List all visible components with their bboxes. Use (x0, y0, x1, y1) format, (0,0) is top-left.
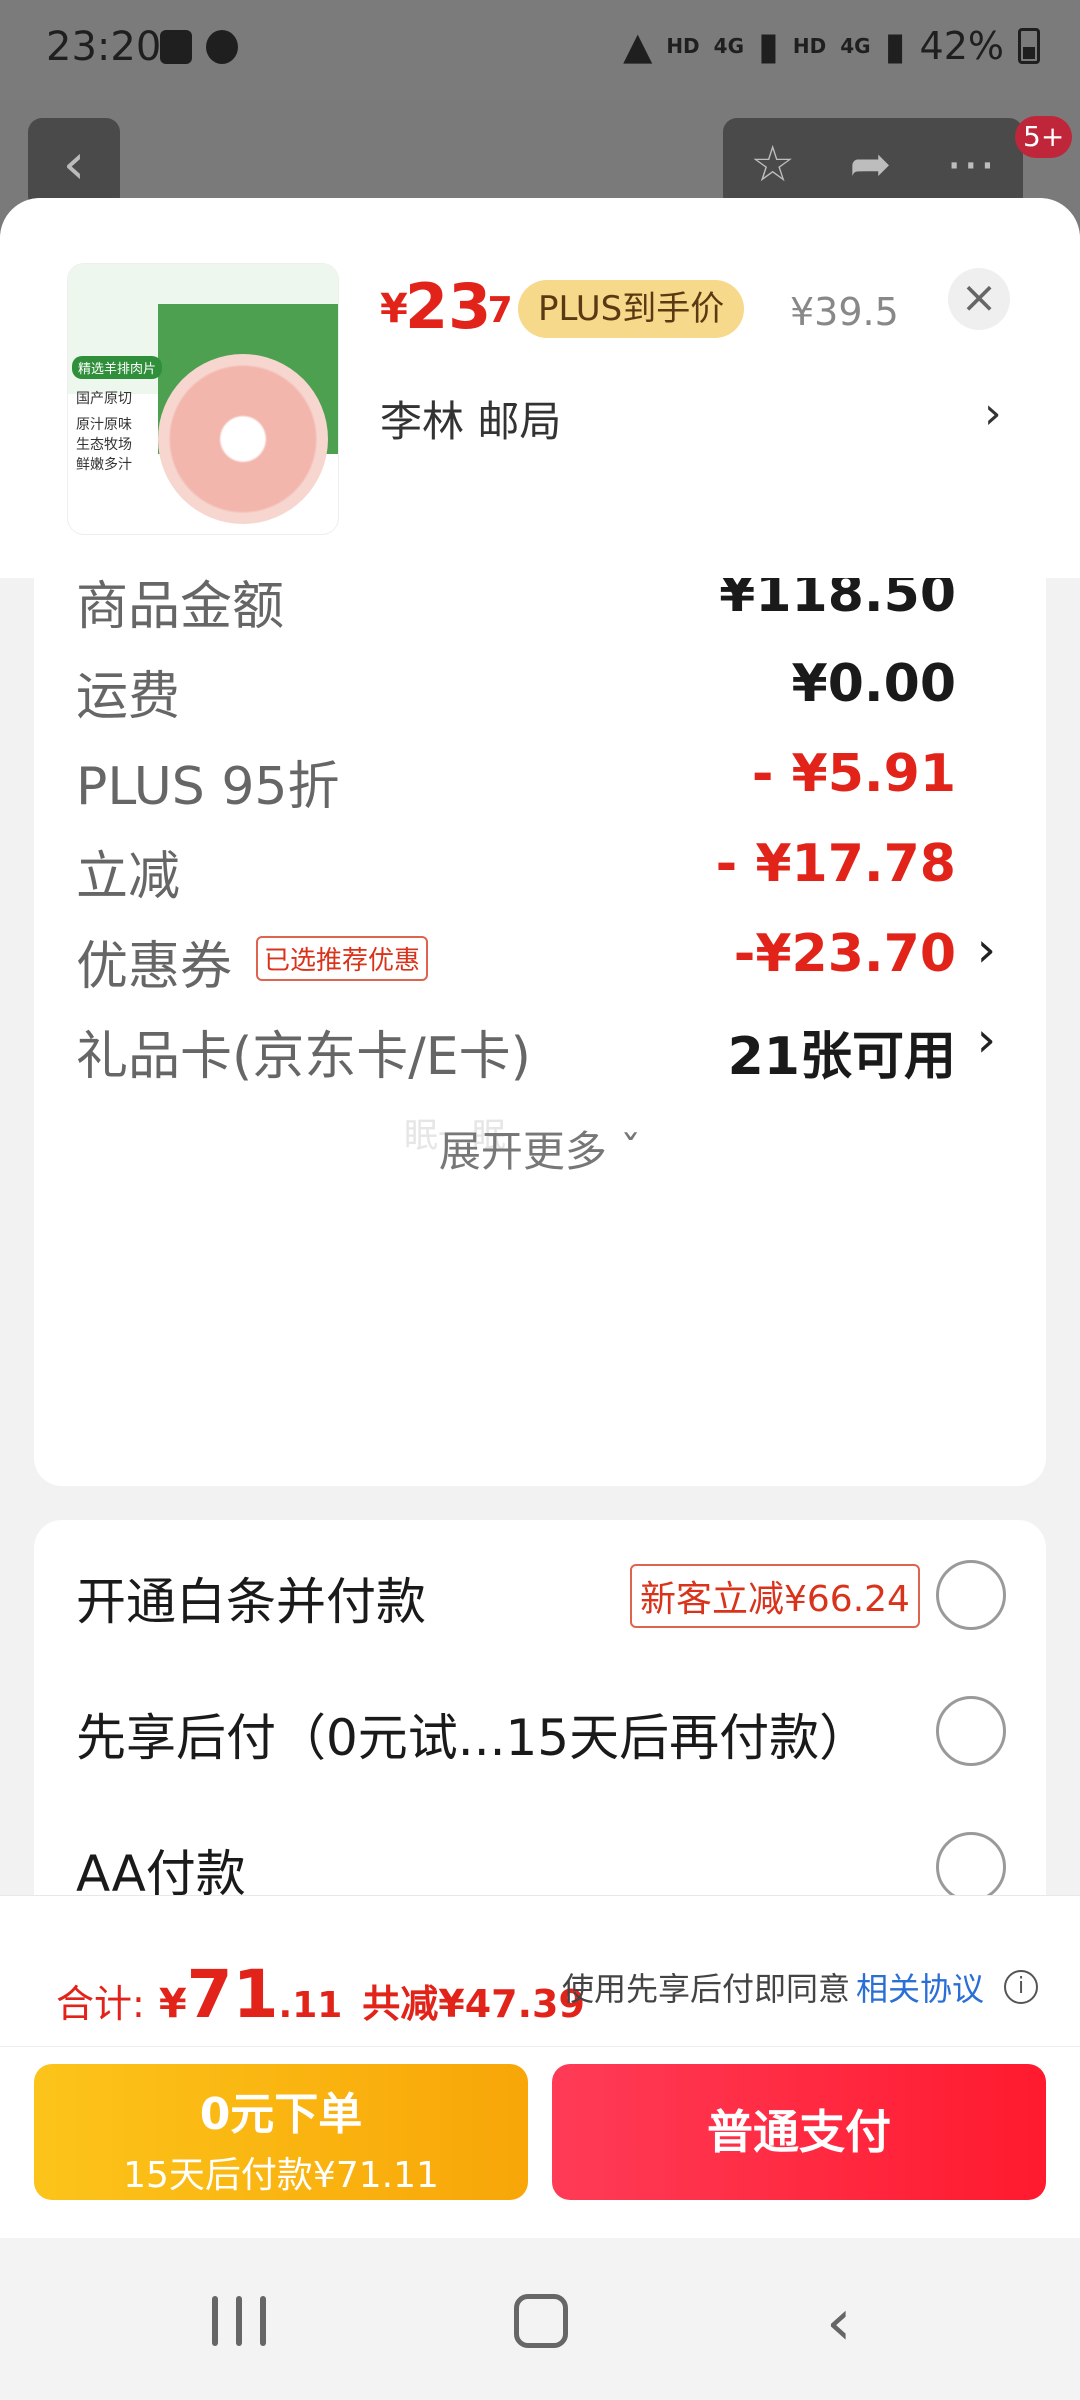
total-currency: ¥ (158, 1981, 187, 2027)
back-button[interactable]: ‹ (28, 118, 120, 210)
battery-icon (1018, 28, 1040, 64)
battery-percent: 42% (919, 24, 1004, 68)
chevron-right-icon[interactable]: › (984, 388, 1002, 439)
wifi-icon: ▲ (623, 24, 653, 68)
bird-notification-icon (206, 30, 238, 64)
coupon-recommend-tag: 已选推荐优惠 (256, 936, 429, 981)
detail-value: 21张可用 (727, 1027, 956, 1087)
payment-option-label: 开通白条并付款 (76, 1573, 426, 1631)
radio-button[interactable] (936, 1832, 1006, 1902)
regular-pay-button[interactable]: 普通支付 (552, 2064, 1046, 2200)
info-icon[interactable]: i (1004, 1970, 1039, 2004)
detail-row-goods: 商品金额 ¥118.50 (34, 578, 1046, 640)
network-hd-1: HD (666, 34, 700, 58)
agreement-notice: 使用先享后付即同意 相关协议 i (562, 1964, 1039, 2010)
zero-order-button[interactable]: 0元下单 15天后付款¥71.11 (34, 2064, 528, 2200)
chevron-right-icon: › (976, 922, 996, 978)
top-action-group: ☆ ➦ ⋯ (723, 118, 1023, 210)
delivery-address[interactable]: 李林 邮局 (380, 388, 561, 449)
detail-label: 立减 (76, 847, 181, 907)
share-icon[interactable]: ➦ (849, 135, 891, 193)
total-saved: 共减¥47.39 (362, 1982, 585, 2026)
detail-label: 礼品卡(京东卡/E卡) (76, 1027, 531, 1087)
radio-button[interactable] (936, 1696, 1006, 1766)
home-icon[interactable] (514, 2294, 568, 2348)
total-decimal: .11 (278, 1985, 343, 2026)
thumbnail-line: 国产原切 (76, 391, 132, 407)
price-currency: ¥ (380, 286, 408, 332)
detail-value: - ¥17.78 (715, 834, 956, 894)
detail-label: 优惠券 (76, 937, 233, 997)
chevron-left-icon: ‹ (62, 131, 86, 197)
close-icon: × (960, 272, 998, 323)
total-integer: 71 (186, 1956, 279, 2033)
detail-value: - ¥5.91 (751, 744, 956, 804)
divider (0, 2046, 1080, 2047)
back-icon[interactable]: ‹ (826, 2286, 852, 2360)
agreement-link[interactable]: 相关协议 (856, 1964, 984, 2010)
original-price: ¥39.5 (790, 290, 899, 334)
plus-price-badge: PLUS到手价 (518, 280, 745, 338)
message-badge: 5+ (1015, 116, 1073, 158)
lamb-slices-image (158, 354, 328, 524)
expand-more-button[interactable]: 展开更多 ˇ (34, 1118, 1046, 1179)
zero-order-title: 0元下单 (199, 2089, 363, 2140)
thumbnail-tag: 精选羊排肉片 (72, 356, 163, 379)
detail-row-shipping: 运费 ¥0.00 (34, 640, 1046, 730)
product-thumbnail[interactable]: 精选羊排肉片 国产原切 原汁原味 生态牧场 鲜嫩多汁 (68, 264, 338, 534)
payment-option-pay-later[interactable]: 先享后付（0元试...15天后再付款） (34, 1676, 1046, 1786)
payment-option-baitiao[interactable]: 开通白条并付款 新客立减¥66.24 (34, 1540, 1046, 1650)
thumbnail-line: 生态牧场 (76, 437, 132, 453)
close-button[interactable]: × (948, 268, 1010, 330)
system-nav-bar: ‹ (0, 2238, 1080, 2400)
network-4g-1: 4G (713, 34, 744, 58)
total-label: 合计: (56, 1982, 145, 2026)
detail-label: 运费 (76, 667, 181, 727)
detail-row-coupon[interactable]: 优惠券 已选推荐优惠 -¥23.70 › (34, 910, 1046, 1000)
network-hd-2: HD (792, 34, 827, 58)
detail-value: ¥0.00 (791, 654, 956, 714)
new-customer-tag: 新客立减¥66.24 (630, 1564, 920, 1628)
detail-row-instant-discount: 立减 - ¥17.78 (34, 820, 1046, 910)
signal-icon-2: ▮ (884, 24, 906, 68)
payment-option-label: 先享后付（0元试...15天后再付款） (76, 1709, 870, 1767)
price-decimal: .7 (474, 290, 513, 331)
detail-value: ¥118.50 (719, 578, 956, 624)
chevron-right-icon: › (976, 1012, 996, 1068)
signal-icon: ▮ (758, 24, 779, 68)
detail-value: -¥23.70 (733, 924, 956, 984)
detail-row-plus-discount: PLUS 95折 - ¥5.91 (34, 730, 1046, 820)
status-time: 23:20 (46, 24, 162, 70)
order-total: 合计: ¥ 71 .11 共减¥47.39 (56, 1956, 585, 2033)
status-indicators: ▲ HD 4G ▮ HD 4G ▮ 42% (623, 24, 1040, 68)
detail-label: PLUS 95折 (76, 757, 340, 817)
thumbnail-line: 原汁原味 (76, 417, 132, 433)
checkout-bar: 合计: ¥ 71 .11 共减¥47.39 使用先享后付即同意 相关协议 i 0… (0, 1895, 1080, 2239)
more-icon[interactable]: ⋯ (946, 135, 996, 193)
star-icon[interactable]: ☆ (750, 135, 795, 193)
radio-button[interactable] (936, 1560, 1006, 1630)
product-header: 精选羊排肉片 国产原切 原汁原味 生态牧场 鲜嫩多汁 ¥ 23 .7 PLUS到… (0, 198, 1080, 578)
agreement-text: 使用先享后付即同意 (562, 1970, 851, 2008)
thumbnail-line: 鲜嫩多汁 (76, 457, 132, 473)
detail-row-gift-card[interactable]: 礼品卡(京东卡/E卡) 21张可用 › (34, 1000, 1046, 1090)
zero-order-subtitle: 15天后付款¥71.11 (123, 2155, 439, 2196)
app-notification-icon (160, 30, 192, 64)
price-details-card: 商品金额 ¥118.50 运费 ¥0.00 PLUS 95折 - ¥5.91 立… (34, 578, 1046, 1486)
network-4g-2: 4G (840, 34, 871, 58)
detail-label: 商品金额 (76, 578, 285, 637)
recent-apps-icon[interactable] (212, 2296, 266, 2346)
status-bar: 23:20 ▲ HD 4G ▮ HD 4G ▮ 42% (0, 0, 1080, 100)
